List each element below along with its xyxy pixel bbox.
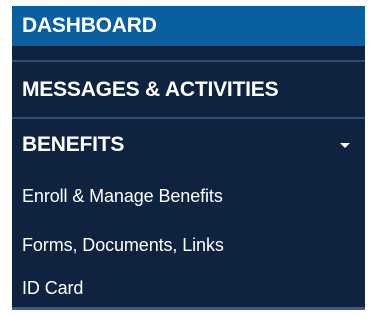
nav-divider [12,307,365,310]
submenu-item-enroll-manage-benefits[interactable]: Enroll & Manage Benefits [12,171,365,221]
caret-down-icon[interactable] [340,143,350,148]
submenu-item-label: ID Card [22,277,84,298]
submenu-item-forms-documents-links[interactable]: Forms, Documents, Links [12,221,365,269]
nav-item-label: BENEFITS [22,133,125,156]
submenu-item-id-card[interactable]: ID Card [12,269,365,307]
nav-item-benefits[interactable]: BENEFITS [12,119,365,171]
submenu-item-label: Enroll & Manage Benefits [22,185,223,206]
submenu-item-label: Forms, Documents, Links [22,234,224,255]
nav-item-dashboard[interactable]: DASHBOARD [12,6,365,46]
nav-item-messages-activities[interactable]: MESSAGES & ACTIVITIES [12,62,365,117]
nav-item-label: MESSAGES & ACTIVITIES [22,77,279,101]
sidebar-nav: DASHBOARD MESSAGES & ACTIVITIES BENEFITS… [12,6,365,310]
nav-item-label: DASHBOARD [22,14,157,37]
